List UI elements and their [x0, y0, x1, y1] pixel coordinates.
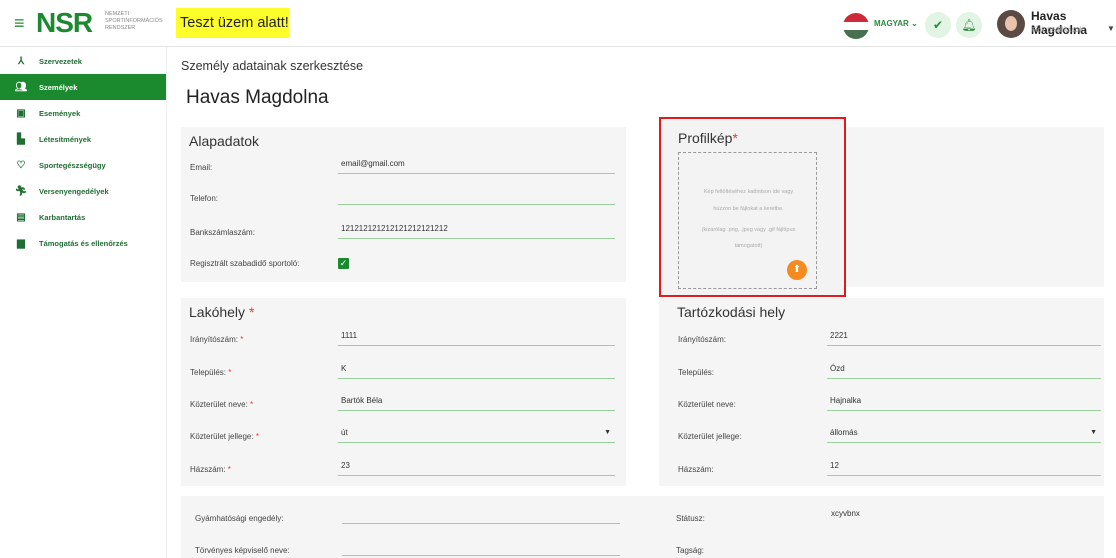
dropzone-hint-1: Kép feltöltéséhez kattintson ide vagy: [703, 189, 794, 195]
profile-dropzone[interactable]: Kép feltöltéséhez kattintson ide vagy hú…: [678, 152, 817, 289]
residence-street-field[interactable]: Bartók Béla: [338, 395, 615, 411]
building-icon: ▙: [17, 133, 25, 145]
top-bar: ≡ NSR NEMZETI SPORTINFORMÁCIÓS RENDSZER …: [0, 0, 1116, 47]
logo[interactable]: NSR: [36, 8, 93, 38]
dropzone-hint-3: (kizárólag .png, .jpeg vagy .gif fájltíp…: [701, 227, 796, 233]
stay-city-label: Település:: [678, 368, 715, 377]
sidebar-item-sportegeszsegugy[interactable]: ♡ Sportegészségügy: [0, 152, 166, 178]
runner-icon: 🏃︎: [14, 185, 28, 197]
profile-picture-box: Profilkép* Kép feltöltéséhez kattintson …: [659, 117, 846, 297]
representative-field[interactable]: [342, 540, 620, 556]
sidebar-item-tamogatas[interactable]: ▆ Támogatás és ellenőrzés: [0, 230, 166, 256]
status-label: Státusz:: [676, 514, 705, 523]
email-label: Email:: [190, 163, 213, 172]
residence-city-label: Település: *: [190, 368, 232, 377]
check-button[interactable]: ✔: [925, 12, 951, 38]
sidebar-item-szervezetek[interactable]: ⅄ Szervezetek: [0, 48, 166, 74]
registered-sport-label: Regisztrált szabadidő sportoló:: [190, 259, 300, 268]
bank-account-label: Bankszámlaszám:: [190, 228, 255, 237]
residence-house-label: Házszám: *: [190, 465, 231, 474]
avatar[interactable]: [997, 10, 1025, 38]
calendar-icon: ▣: [16, 107, 26, 119]
chevron-down-icon: ⌄: [911, 19, 918, 28]
residence-street-label: Közterület neve: *: [190, 400, 254, 409]
language-selector[interactable]: MAGYAR ⌄: [874, 19, 918, 28]
double-check-icon: ✔: [932, 18, 944, 32]
main-content: Személy adatainak szerkesztése Havas Mag…: [167, 47, 1116, 558]
dropzone-hint-2: húzzon be fájlokat a keretbe.: [713, 206, 784, 212]
stay-house-field[interactable]: 12: [827, 460, 1101, 476]
sidebar-item-karbantartas[interactable]: ▤ Karbantartás: [0, 204, 166, 230]
stay-street-field[interactable]: Hajnalka: [827, 395, 1101, 411]
briefcase-icon: ▆: [17, 237, 25, 249]
account-settings-link[interactable]: Fiók beállítások: [1031, 25, 1083, 34]
checkmark-icon: ✓: [339, 258, 348, 268]
guardian-permission-field[interactable]: [342, 508, 620, 524]
stay-zip-label: Irányítószám:: [678, 335, 727, 344]
sidebar-item-szemelyek[interactable]: 👥︎ Személyek: [0, 74, 166, 100]
dropdown-arrow-icon: ▼: [604, 429, 611, 436]
stay-zip-field[interactable]: 2221: [827, 330, 1101, 346]
page-subtitle: Személy adatainak szerkesztése: [181, 59, 364, 73]
sidebar-item-esemenyek[interactable]: ▣ Események: [0, 100, 166, 126]
residence-house-field[interactable]: 23: [338, 460, 615, 476]
phone-field[interactable]: [338, 189, 615, 205]
representative-label: Törvényes képviselő neve:: [195, 546, 290, 555]
membership-value: [828, 540, 1102, 556]
stay-house-label: Házszám:: [678, 465, 714, 474]
clipboard-icon: ▤: [16, 211, 26, 223]
logo-subtitle: NEMZETI SPORTINFORMÁCIÓS RENDSZER: [105, 11, 163, 31]
registered-sport-checkbox[interactable]: ✓: [338, 258, 349, 269]
notifications-button[interactable]: 🔔︎: [956, 12, 982, 38]
hungarian-flag-icon[interactable]: [843, 13, 869, 39]
residence-zip-label: Irányítószám: *: [190, 335, 244, 344]
upload-button[interactable]: ⬆: [787, 260, 807, 280]
status-value: xcyvbnx: [831, 509, 860, 518]
dropdown-arrow-icon: ▼: [1090, 429, 1097, 436]
stay-card: Tartózkodási hely Irányítószám: 2221 Tel…: [659, 298, 1104, 486]
membership-label: Tagság:: [676, 546, 705, 555]
basic-data-card: Alapadatok Email: email@gmail.com Telefo…: [181, 127, 626, 282]
additional-data-card: Gyámhatósági engedély: Törvényes képvise…: [181, 496, 1104, 558]
heart-icon: ♡: [16, 159, 26, 171]
caret-down-icon[interactable]: ▼: [1107, 24, 1115, 33]
sidebar-item-versenyengedelyek[interactable]: 🏃︎ Versenyengedélyek: [0, 178, 166, 204]
stay-street-type-label: Közterület jellege:: [678, 432, 742, 441]
residence-title: Lakóhely *: [189, 304, 255, 320]
organization-icon: ⅄: [17, 55, 25, 67]
residence-zip-field[interactable]: 1111: [338, 330, 615, 346]
people-icon: 👥︎: [14, 81, 28, 93]
stay-city-field[interactable]: Ózd: [827, 363, 1101, 379]
guardian-permission-label: Gyámhatósági engedély:: [195, 514, 284, 523]
upload-icon: ⬆: [792, 264, 802, 275]
sidebar: ⅄ Szervezetek 👥︎ Személyek ▣ Események ▙ Lét…: [0, 47, 167, 558]
test-banner: Teszt üzem alatt!: [176, 8, 289, 38]
phone-label: Telefon:: [190, 194, 219, 203]
email-field[interactable]: email@gmail.com: [338, 158, 615, 174]
stay-title: Tartózkodási hely: [677, 304, 786, 320]
stay-street-type-select[interactable]: állomás ▼: [827, 427, 1101, 443]
residence-card: Lakóhely * Irányítószám: * 1111 Települé…: [181, 298, 626, 486]
residence-city-field[interactable]: K: [338, 363, 615, 379]
bank-account-field[interactable]: 121212121212121212121212: [338, 223, 615, 239]
bell-icon: 🔔︎: [961, 18, 977, 32]
residence-street-type-select[interactable]: út ▼: [338, 427, 615, 443]
page-title: Havas Magdolna: [186, 87, 329, 108]
basic-data-title: Alapadatok: [189, 133, 260, 149]
sidebar-item-letesitmenyek[interactable]: ▙ Létesítmények: [0, 126, 166, 152]
residence-street-type-label: Közterület jellege: *: [190, 432, 259, 441]
profile-title: Profilkép*: [678, 130, 738, 146]
stay-street-label: Közterület neve:: [678, 400, 736, 409]
menu-icon[interactable]: ≡: [14, 14, 25, 32]
dropzone-hint-4: támogatott): [734, 243, 763, 249]
